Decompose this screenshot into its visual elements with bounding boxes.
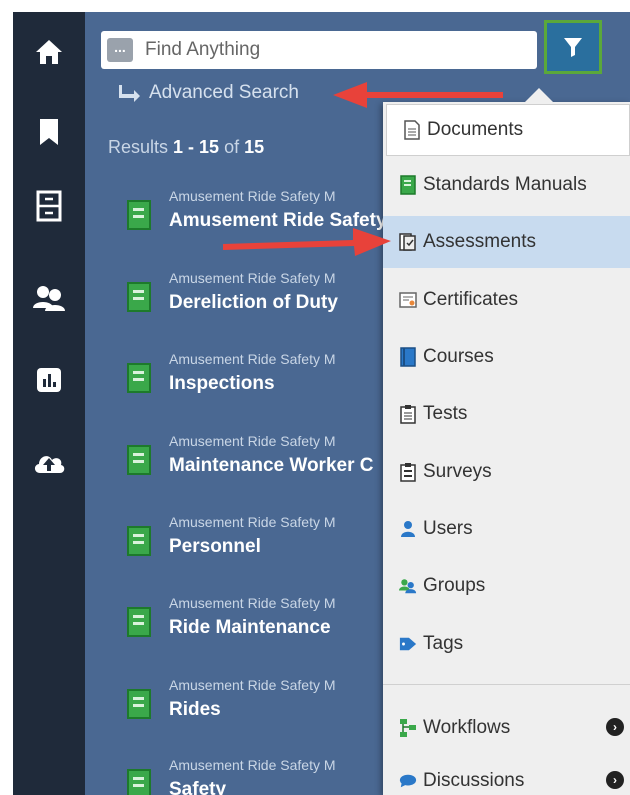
tag-icon [399,634,417,654]
result-title: Ride Maintenance [169,617,331,638]
menu-divider [383,684,630,685]
result-subtitle: Amusement Ride Safety M [169,595,336,611]
app-window: ... Advanced Search Results 1 - 15 of 15… [13,12,630,795]
menu-item-label: Courses [423,346,494,367]
survey-icon [399,462,417,482]
sidebar-item-cabinet[interactable] [27,184,71,228]
advanced-search-link[interactable]: Advanced Search [119,82,299,104]
menu-caret [525,88,553,102]
submenu-arrow-icon: › [606,718,624,736]
menu-item-certificates[interactable]: Certificates [383,274,630,326]
workflow-icon [399,718,417,738]
filter-dropdown-menu: Documents Standards Manuals Assessments … [383,88,630,795]
document-icon [403,120,421,140]
result-title: Dereliction of Duty [169,292,338,313]
result-subtitle: Amusement Ride Safety M [169,188,336,204]
search-scope-button[interactable]: ... [107,38,133,62]
menu-item-users[interactable]: Users [383,503,630,555]
sidebar-item-reports[interactable] [27,358,71,402]
assessment-icon [399,232,417,252]
result-title: Personnel [169,536,261,557]
bookmark-icon [40,119,58,145]
sidebar-item-users[interactable] [27,276,71,320]
menu-item-tests[interactable]: Tests [383,388,630,440]
result-title: Inspections [169,373,275,394]
result-subtitle: Amusement Ride Safety M [169,677,336,693]
manual-icon [127,282,151,312]
result-subtitle: Amusement Ride Safety M [169,514,336,530]
menu-item-label: Surveys [423,461,492,482]
menu-item-label: Standards Manuals [423,174,587,195]
user-icon [399,519,417,539]
filter-button[interactable] [544,20,602,74]
results-prefix: Results [108,137,174,157]
menu-item-courses[interactable]: Courses [383,331,630,383]
result-subtitle: Amusement Ride Safety M [169,270,336,286]
result-title: Rides [169,699,221,720]
reply-arrow-icon [119,85,140,102]
manual-icon [127,200,151,230]
menu-item-workflows[interactable]: Workflows › [383,702,630,754]
search-input[interactable] [145,31,525,69]
submenu-arrow-icon: › [606,771,624,789]
sidebar-item-bookmarks[interactable] [27,110,71,154]
menu-item-label: Certificates [423,289,519,310]
callout-arrow-assessments [223,228,391,256]
manual-icon [399,175,417,195]
cloud-upload-icon [34,456,65,473]
results-of: of [219,137,245,157]
results-count: Results 1 - 15 of 15 [108,137,264,158]
menu-item-standards-manuals[interactable]: Standards Manuals [383,159,630,211]
manual-icon [127,769,151,795]
certificate-icon [399,290,417,310]
manual-icon [127,607,151,637]
sidebar-rail [13,12,85,795]
menu-item-label: Assessments [423,231,536,252]
menu-item-discussions[interactable]: Discussions › [383,755,630,795]
discussion-icon [399,771,417,791]
menu-item-documents[interactable]: Documents [386,104,630,156]
course-icon [399,347,417,367]
sidebar-item-upload[interactable] [27,440,71,484]
callout-arrow-advanced-search [333,82,503,108]
menu-item-surveys[interactable]: Surveys [383,446,630,498]
home-icon [36,40,62,64]
manual-icon [127,689,151,719]
advanced-search-label: Advanced Search [149,82,299,103]
result-title: Maintenance Worker C [169,455,374,476]
groups-icon [399,576,417,596]
menu-item-label: Workflows [423,717,511,738]
menu-item-label: Discussions [423,770,525,791]
cabinet-icon [36,190,62,222]
manual-icon [127,526,151,556]
menu-item-tags[interactable]: Tags [383,618,630,670]
chart-icon [37,368,61,392]
test-icon [399,404,417,424]
manual-icon [127,363,151,393]
users-icon [33,286,65,311]
result-subtitle: Amusement Ride Safety M [169,433,336,449]
filter-icon [564,38,582,57]
menu-item-label: Groups [423,575,486,596]
result-title: Safety [169,779,227,795]
manual-icon [127,445,151,475]
search-bar: ... [101,31,537,69]
results-total: 15 [244,137,265,157]
result-subtitle: Amusement Ride Safety M [169,351,336,367]
menu-item-label: Tags [423,633,464,654]
menu-item-label: Documents [427,119,524,140]
menu-item-label: Users [423,518,473,539]
menu-item-groups[interactable]: Groups [383,560,630,612]
menu-item-label: Tests [423,403,468,424]
sidebar-item-home[interactable] [27,30,71,74]
menu-item-assessments[interactable]: Assessments [383,216,630,268]
results-range: 1 - 15 [173,137,220,157]
result-subtitle: Amusement Ride Safety M [169,757,336,773]
